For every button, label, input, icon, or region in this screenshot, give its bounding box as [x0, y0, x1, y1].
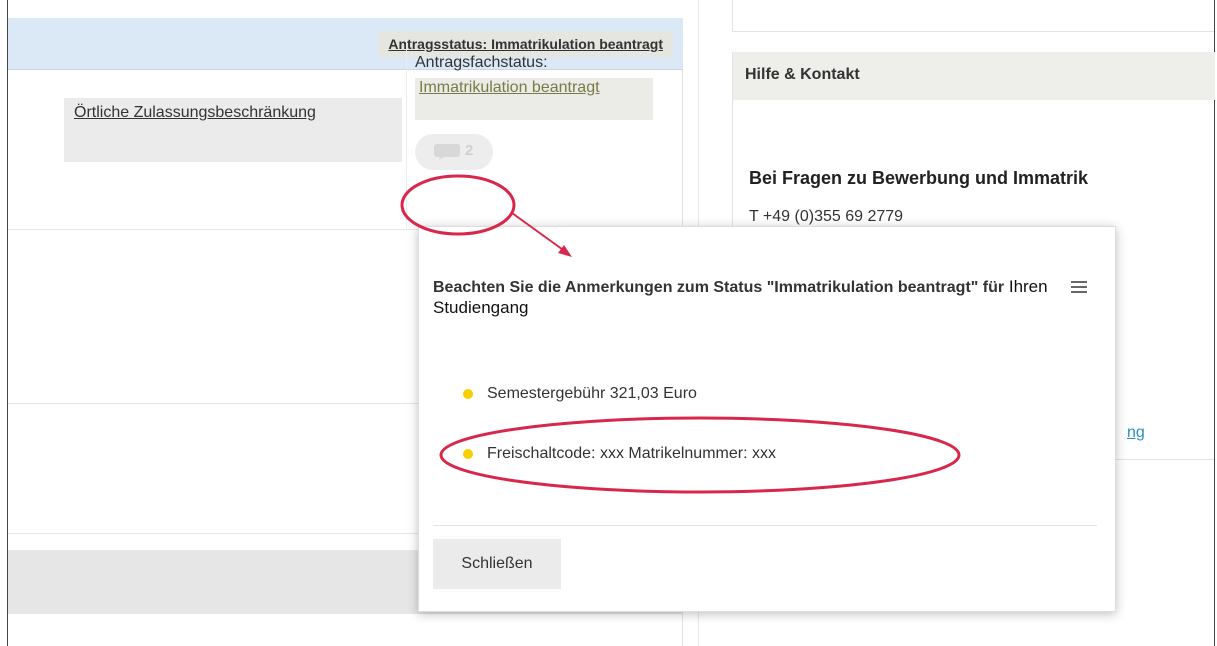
sidebar-top-box: [732, 0, 1214, 32]
help-question: Bei Fragen zu Bewerbung und Immatrik: [749, 168, 1089, 188]
restriction-link[interactable]: Örtliche Zulassungsbeschränkung: [64, 98, 402, 162]
popup-title: Beachten Sie die Anmerkungen zum Status …: [433, 277, 1053, 319]
hamburger-menu-icon[interactable]: [1071, 281, 1087, 295]
help-phone: T +49 (0)355 69 2779: [749, 208, 904, 225]
status-notes-popup: Beachten Sie die Anmerkungen zum Status …: [418, 226, 1116, 612]
popup-item: Semestergebühr 321,03 Euro: [487, 385, 697, 402]
popup-divider: [433, 525, 1097, 526]
help-title: Hilfe & Kontakt: [745, 66, 860, 83]
subject-status-label: Antragsfachstatus:: [415, 54, 548, 71]
bullet-icon: [463, 389, 473, 399]
subject-status-cell: Antragsfachstatus: Immatrikulation beant…: [406, 38, 663, 228]
comment-badge[interactable]: 2: [415, 134, 493, 170]
help-header: Hilfe & Kontakt: [733, 52, 1215, 100]
bullet-icon: [463, 449, 473, 459]
speech-bubble-icon: [434, 144, 460, 160]
popup-title-bold: Beachten Sie die Anmerkungen zum Status …: [433, 279, 1005, 296]
help-link[interactable]: ng: [1127, 424, 1145, 442]
popup-item: Freischaltcode: xxx Matrikelnummer: xxx: [487, 445, 776, 462]
comment-count: 2: [465, 142, 474, 159]
subject-status-link[interactable]: Immatrikulation beantragt: [415, 78, 653, 120]
close-button[interactable]: Schließen: [433, 539, 561, 589]
